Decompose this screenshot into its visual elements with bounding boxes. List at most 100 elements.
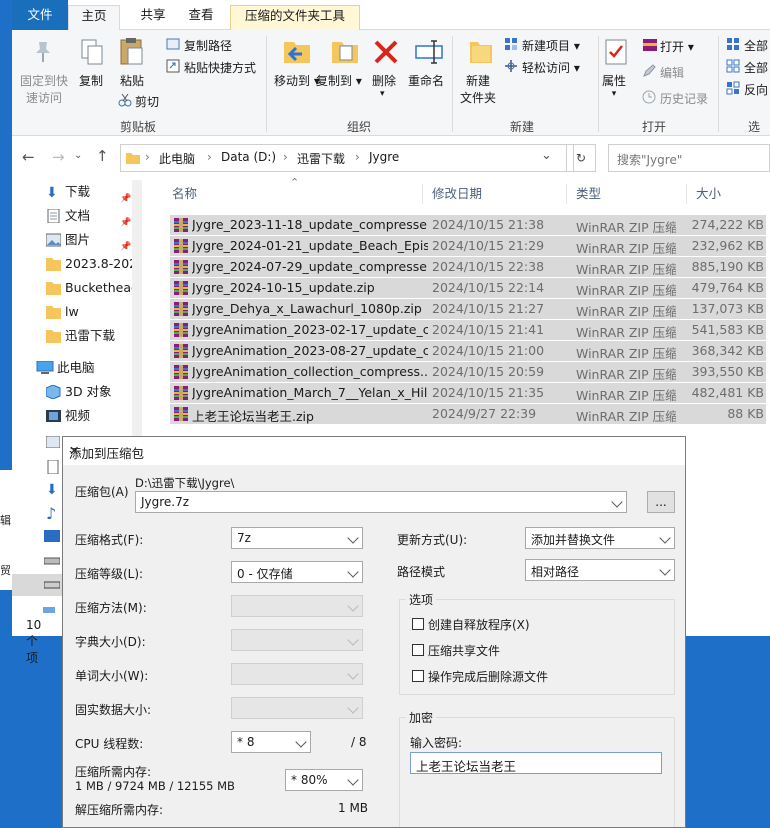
cut-button[interactable]: 剪切 <box>135 93 159 110</box>
column-divider[interactable] <box>566 184 567 204</box>
create-sfx-checkbox[interactable] <box>412 618 424 630</box>
nav-item-buckethead[interactable]: Buckethead <box>12 276 142 300</box>
solid-block-select[interactable] <box>231 697 363 719</box>
recent-locations-chevron-icon[interactable]: ⌄ <box>74 150 82 161</box>
table-row[interactable]: JygreAnimation_2023-02-17_update_c... 202… <box>170 319 766 340</box>
file-date: 2024/10/15 21:27 <box>432 301 545 316</box>
copy-path-button[interactable]: 复制路径 <box>184 37 232 54</box>
nav-item-pictures[interactable]: 图片 📌 <box>12 228 142 252</box>
method-select[interactable] <box>231 595 363 617</box>
file-size: 232,962 KB <box>691 238 764 253</box>
word-size-select[interactable] <box>231 663 363 685</box>
nav-item-lw[interactable]: lw <box>12 300 142 324</box>
column-header-size[interactable]: 大小 <box>696 180 721 208</box>
drive-icon <box>44 581 60 589</box>
refresh-icon[interactable]: ↻ <box>566 144 596 172</box>
update-mode-select[interactable]: 添加并替换文件 <box>525 527 675 549</box>
copy-to-button[interactable]: 复制到 ▾ <box>316 72 362 89</box>
nav-item-2023-8-2024[interactable]: 2023.8-2024 <box>12 252 142 276</box>
table-row[interactable]: Jygre_Dehya_x_Lawachurl_1080p.zip 2024/10… <box>170 298 766 319</box>
nav-item-this-pc[interactable]: 此电脑 <box>12 356 142 380</box>
file-size: 479,764 KB <box>691 280 764 295</box>
column-header-date[interactable]: 修改日期 <box>432 180 482 208</box>
paste-shortcut-button[interactable]: 粘贴快捷方式 <box>184 59 256 76</box>
address-dropdown-chevron-icon[interactable]: ⌄ <box>541 148 552 163</box>
nav-item-videos[interactable]: 视频 <box>12 404 142 428</box>
dictionary-size-select[interactable] <box>231 629 363 651</box>
invert-selection-button[interactable]: 反向 <box>744 81 768 98</box>
format-select[interactable]: 7z <box>231 527 363 549</box>
pin-quick-access-button[interactable]: 固定到快 速访问 <box>20 72 68 106</box>
table-row[interactable]: JygreAnimation_March_7__Yelan_x_Hil... 20… <box>170 382 766 403</box>
up-arrow-icon[interactable]: ↑ <box>96 147 109 165</box>
breadcrumb-this-pc[interactable]: 此电脑 <box>159 150 195 167</box>
copy-to-icon <box>332 42 358 63</box>
breadcrumb-data-d[interactable]: Data (D:) <box>221 150 276 164</box>
back-arrow-icon[interactable]: ← <box>22 148 35 166</box>
select-all-button[interactable]: 全部 <box>744 37 768 54</box>
breadcrumb-jygre[interactable]: Jygre <box>369 150 399 164</box>
history-button[interactable]: 历史记录 <box>660 90 708 107</box>
open-button[interactable]: 打开 ▾ <box>660 38 694 55</box>
nav-item-documents[interactable]: 文档 📌 <box>12 204 142 228</box>
video-icon <box>46 410 61 422</box>
password-input[interactable]: 上老王论坛当老王 <box>410 752 662 774</box>
column-header-name[interactable]: 名称 <box>172 180 197 208</box>
tab-view[interactable]: 查看 <box>178 5 224 30</box>
tab-home[interactable]: 主页 <box>68 5 120 31</box>
cpu-threads-select[interactable]: * 8 <box>231 731 311 753</box>
table-row[interactable]: 上老王论坛当老王.zip 2024/9/27 22:39 WinRAR ZIP 压缩… <box>170 403 766 424</box>
table-row[interactable]: JygreAnimation_2023-08-27_update_c... 202… <box>170 340 766 361</box>
breadcrumb-xunlei-download[interactable]: 迅雷下载 <box>297 150 345 167</box>
path-mode-select[interactable]: 相对路径 <box>525 559 675 581</box>
forward-arrow-icon[interactable]: → <box>52 148 65 166</box>
delete-after-checkbox[interactable] <box>412 670 424 682</box>
rename-button[interactable]: 重命名 <box>408 72 444 89</box>
new-item-button[interactable]: 新建项目 ▾ <box>522 37 580 54</box>
file-date: 2024/10/15 20:59 <box>432 364 545 379</box>
delete-button[interactable]: 删除 ▾ <box>372 72 396 99</box>
easy-access-button[interactable]: 轻松访问 ▾ <box>522 59 580 76</box>
edit-button[interactable]: 编辑 <box>660 64 684 81</box>
column-divider[interactable] <box>686 184 687 204</box>
close-icon[interactable]: ✕ <box>69 443 675 458</box>
browse-button[interactable]: ... <box>647 491 675 513</box>
tab-share[interactable]: 共享 <box>130 5 176 30</box>
file-type: WinRAR ZIP 压缩... <box>576 409 676 424</box>
move-to-button[interactable]: 移动到 ▾ <box>274 72 320 89</box>
table-row[interactable]: Jygre_2023-11-18_update_compresse... 2024… <box>170 214 766 235</box>
properties-button[interactable]: 属性 ▾ <box>602 72 626 99</box>
file-size: 541,583 KB <box>691 322 764 337</box>
tab-file[interactable]: 文件 <box>12 0 68 30</box>
delete-after-label: 操作完成后删除源文件 <box>428 670 549 684</box>
compress-shared-checkbox[interactable] <box>412 644 424 656</box>
nav-item-downloads[interactable]: ⬇ 下载 📌 <box>12 180 142 204</box>
pin-icon: 📌 <box>120 242 132 252</box>
table-row[interactable]: Jygre_2024-01-21_update_Beach_Epis... 202… <box>170 235 766 256</box>
file-date: 2024/9/27 22:39 <box>432 406 537 421</box>
level-select[interactable]: 0 - 仅存储 <box>231 561 363 583</box>
search-input[interactable]: 搜索"Jygre" <box>608 144 770 172</box>
file-name: JygreAnimation_collection_compress... <box>192 364 428 379</box>
paste-button[interactable]: 粘贴 <box>120 72 144 89</box>
file-size: 368,342 KB <box>691 343 764 358</box>
ribbon: 固定到快 速访问 复制 粘贴 复制路径 粘贴快捷方式 剪切 剪贴板 移动到 ▾ 复… <box>12 30 770 151</box>
memory-percent-select[interactable]: * 80% <box>285 769 363 791</box>
table-row[interactable]: JygreAnimation_collection_compress... 202… <box>170 361 766 382</box>
column-divider[interactable] <box>422 184 423 204</box>
winrar-archive-icon <box>174 386 188 400</box>
tab-compressed-folder-tools[interactable]: 压缩的文件夹工具 <box>230 5 360 30</box>
table-row[interactable]: Jygre_2024-10-15_update.zip 2024/10/15 22… <box>170 277 766 298</box>
nav-item-xunlei-download[interactable]: 迅雷下载 <box>12 324 142 348</box>
3d-objects-icon <box>46 385 61 399</box>
address-box[interactable]: › 此电脑 › Data (D:) › 迅雷下载 › Jygre ⌄ <box>120 144 574 172</box>
archive-name-combo[interactable]: Jygre.7z <box>135 491 627 513</box>
copy-button[interactable]: 复制 <box>79 72 103 89</box>
nav-item-3d-objects[interactable]: 3D 对象 <box>12 380 142 404</box>
rename-icon <box>415 40 443 64</box>
new-folder-button[interactable]: 新建 文件夹 <box>460 72 496 106</box>
table-row[interactable]: Jygre_2024-07-29_update_compresse... 2024… <box>170 256 766 277</box>
add-to-archive-dialog: 添加到压缩包 ✕ 压缩包(A) D:\迅雷下载\Jygre\ Jygre.7z … <box>62 436 686 828</box>
select-none-button[interactable]: 全部 <box>744 59 768 76</box>
column-header-type[interactable]: 类型 <box>576 180 601 208</box>
